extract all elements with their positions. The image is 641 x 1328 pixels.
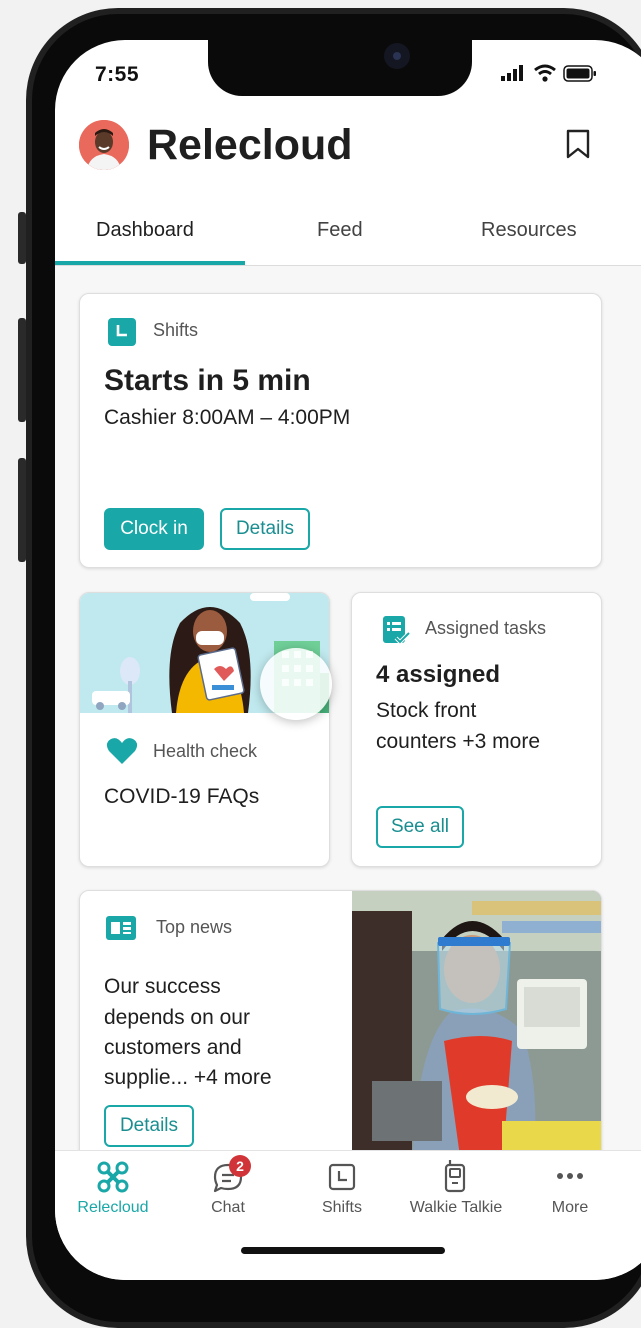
bookmark-icon: [566, 129, 590, 159]
nav-shifts-label: Shifts: [321, 1199, 362, 1216]
shift-details-button[interactable]: Details: [220, 508, 310, 550]
top-news-card[interactable]: Top news Our success depends on our cust…: [79, 890, 602, 1150]
shift-detail: Cashier 8:00AM – 4:00PM: [104, 406, 351, 429]
nav-relecloud[interactable]: Relecloud: [58, 1151, 168, 1231]
shift-start-headline: Starts in 5 min: [104, 364, 311, 397]
nav-walkie-talkie[interactable]: Walkie Talkie: [394, 1151, 518, 1231]
status-icons: [501, 64, 597, 82]
shifts-nav-icon: [328, 1163, 356, 1191]
dashboard-content: Shifts Starts in 5 min Cashier 8:00AM – …: [55, 266, 641, 1150]
app-title: Relecloud: [147, 121, 353, 169]
chat-unread-badge: 2: [229, 1155, 251, 1177]
top-news-label: Top news: [156, 917, 233, 937]
news-line3: customers and: [104, 1036, 242, 1059]
news-line1: Our success: [104, 975, 221, 998]
bookmark-button[interactable]: [565, 129, 591, 164]
health-check-card[interactable]: Health check COVID-19 FAQs: [79, 592, 330, 867]
top-tabs: Dashboard Feed Resources: [55, 205, 641, 266]
relecloud-app-icon: [97, 1161, 129, 1193]
news-line4: supplie... +4 more: [104, 1066, 272, 1089]
shifts-label: Shifts: [153, 320, 199, 340]
front-camera: [384, 43, 410, 69]
battery-icon: [563, 64, 596, 82]
nav-more[interactable]: More: [515, 1151, 625, 1231]
health-check-title: COVID-19 FAQs: [104, 785, 260, 808]
nav-relecloud-label: Relecloud: [77, 1199, 149, 1216]
nav-chat-label: Chat: [211, 1199, 245, 1216]
status-time: 7:55: [95, 63, 140, 86]
app-header: Relecloud: [55, 115, 641, 185]
assigned-tasks-label: Assigned tasks: [425, 618, 547, 638]
tasks-detail-line1: Stock front: [376, 699, 477, 722]
nav-more-label: More: [551, 1199, 589, 1216]
volume-up-button: [18, 318, 26, 422]
volume-down-button: [18, 458, 26, 562]
news-details-button[interactable]: Details: [104, 1105, 194, 1147]
task-list-icon: [383, 616, 410, 645]
shifts-clock-icon: [108, 318, 136, 346]
avatar[interactable]: [79, 120, 129, 170]
tab-feed[interactable]: Feed: [317, 219, 363, 242]
news-line2: depends on our: [104, 1006, 250, 1029]
nav-shifts[interactable]: Shifts: [287, 1151, 397, 1231]
signal-icon: [501, 65, 523, 81]
nav-walkie-talkie-label: Walkie Talkie: [409, 1199, 503, 1216]
bottom-nav: Relecloud Chat 2 Shifts Walkie Talkie Mo…: [55, 1150, 641, 1280]
active-tab-indicator: [55, 261, 245, 265]
health-check-label: Health check: [153, 741, 258, 761]
heart-icon: [106, 738, 138, 764]
nav-chat[interactable]: Chat: [173, 1151, 283, 1231]
home-indicator[interactable]: [241, 1247, 445, 1254]
notch: [208, 40, 472, 96]
tasks-count-headline: 4 assigned: [376, 661, 501, 688]
more-dots-icon: [557, 1173, 583, 1179]
wifi-icon: [534, 64, 556, 82]
see-all-button[interactable]: See all: [376, 806, 464, 848]
mute-switch: [18, 212, 26, 264]
assigned-tasks-card[interactable]: Assigned tasks 4 assigned Stock front co…: [351, 592, 602, 867]
shifts-card[interactable]: Shifts Starts in 5 min Cashier 8:00AM – …: [79, 293, 602, 568]
user-portrait-icon: [79, 120, 129, 170]
touch-indicator: [260, 648, 332, 720]
clock-in-button[interactable]: Clock in: [104, 508, 204, 550]
phone-screen: 7:55 Relecloud Dashboard Feed Resources …: [55, 40, 641, 1280]
news-icon: [106, 916, 136, 940]
news-photo: [352, 891, 601, 1150]
tab-resources[interactable]: Resources: [481, 219, 577, 242]
tasks-detail-line2: counters +3 more: [376, 730, 541, 753]
tab-dashboard[interactable]: Dashboard: [96, 219, 194, 242]
walkie-talkie-icon: [444, 1160, 466, 1193]
